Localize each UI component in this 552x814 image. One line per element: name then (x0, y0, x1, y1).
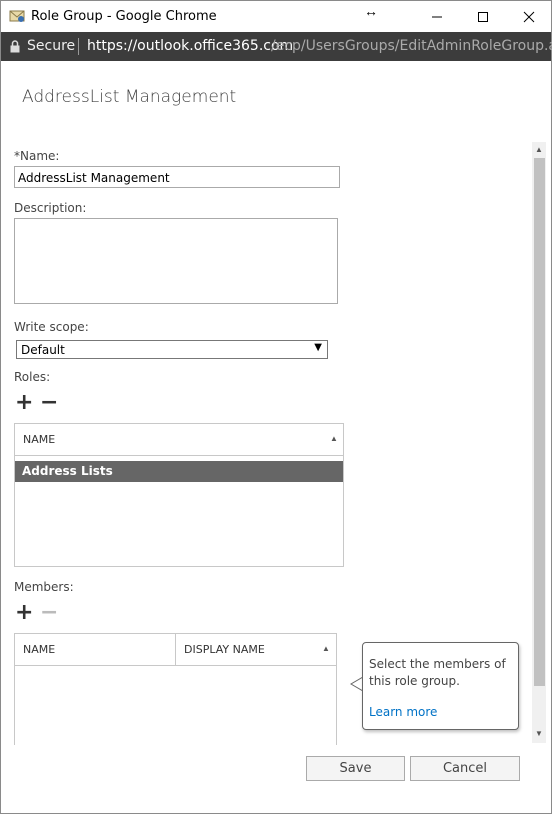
roles-label: Roles: (14, 370, 51, 384)
members-grid: NAME DISPLAY NAME ▲ (14, 633, 337, 745)
secure-label: Secure (27, 38, 76, 54)
minimize-icon (432, 16, 442, 17)
mail-app-icon (9, 10, 25, 22)
members-name-column-header[interactable]: NAME (23, 643, 55, 656)
cancel-button[interactable]: Cancel (410, 756, 520, 781)
callout-text: Select the members of this role group. (369, 657, 506, 688)
roles-grid-header: NAME ▲ (15, 424, 343, 456)
dropdown-arrow-icon: ▼ (314, 342, 322, 353)
close-icon (523, 11, 535, 22)
roles-grid-row[interactable]: Address Lists (15, 461, 343, 482)
roles-grid: NAME ▲ Address Lists (14, 423, 344, 567)
browser-window: Role Group - Google Chrome ↔ Secure http… (0, 0, 552, 814)
scroll-thumb[interactable] (534, 158, 545, 686)
members-display-name-column-header[interactable]: DISPLAY NAME (184, 643, 265, 656)
maximize-button[interactable] (460, 1, 506, 32)
roles-name-column-header[interactable]: NAME (23, 433, 55, 446)
name-label: *Name: (14, 149, 60, 163)
description-label: Description: (14, 201, 87, 215)
members-label: Members: (14, 580, 74, 594)
members-remove-button[interactable]: − (40, 602, 58, 624)
url-host: https://outlook.office365.com (87, 38, 294, 54)
roles-remove-button[interactable]: − (40, 392, 58, 414)
window-title: Role Group - Google Chrome (31, 9, 217, 24)
lock-icon (10, 40, 20, 53)
members-help-callout: Select the members of this role group. L… (362, 642, 519, 730)
url-path: /ecp/UsersGroups/EditAdminRoleGroup.as..… (271, 38, 552, 54)
vertical-scrollbar[interactable]: ▲ ▼ (532, 142, 546, 743)
scroll-down-icon[interactable]: ▼ (535, 729, 543, 738)
resize-cursor-icon: ↔ (364, 3, 378, 19)
sort-up-icon: ▲ (330, 434, 338, 443)
maximize-icon (478, 11, 488, 22)
write-scope-label: Write scope: (14, 320, 89, 334)
save-button[interactable]: Save (306, 756, 405, 781)
address-divider (78, 38, 79, 55)
minimize-button[interactable] (414, 1, 460, 32)
learn-more-link[interactable]: Learn more (369, 705, 437, 719)
sort-up-icon: ▲ (322, 644, 330, 653)
title-bar: Role Group - Google Chrome ↔ (1, 1, 551, 32)
write-scope-value: Default (21, 343, 65, 357)
roles-add-button[interactable]: + (15, 392, 33, 414)
name-field[interactable]: AddressList Management (14, 166, 340, 188)
write-scope-select[interactable]: Default ▼ (16, 340, 328, 359)
scroll-up-icon[interactable]: ▲ (535, 145, 543, 154)
members-grid-header: NAME DISPLAY NAME ▲ (15, 634, 336, 666)
address-bar[interactable]: Secure https://outlook.office365.com /ec… (1, 32, 552, 61)
description-field[interactable] (14, 218, 338, 304)
column-divider (175, 634, 176, 665)
close-button[interactable] (506, 1, 552, 32)
members-add-button[interactable]: + (15, 602, 33, 624)
page-title: AddressList Management (22, 87, 237, 107)
